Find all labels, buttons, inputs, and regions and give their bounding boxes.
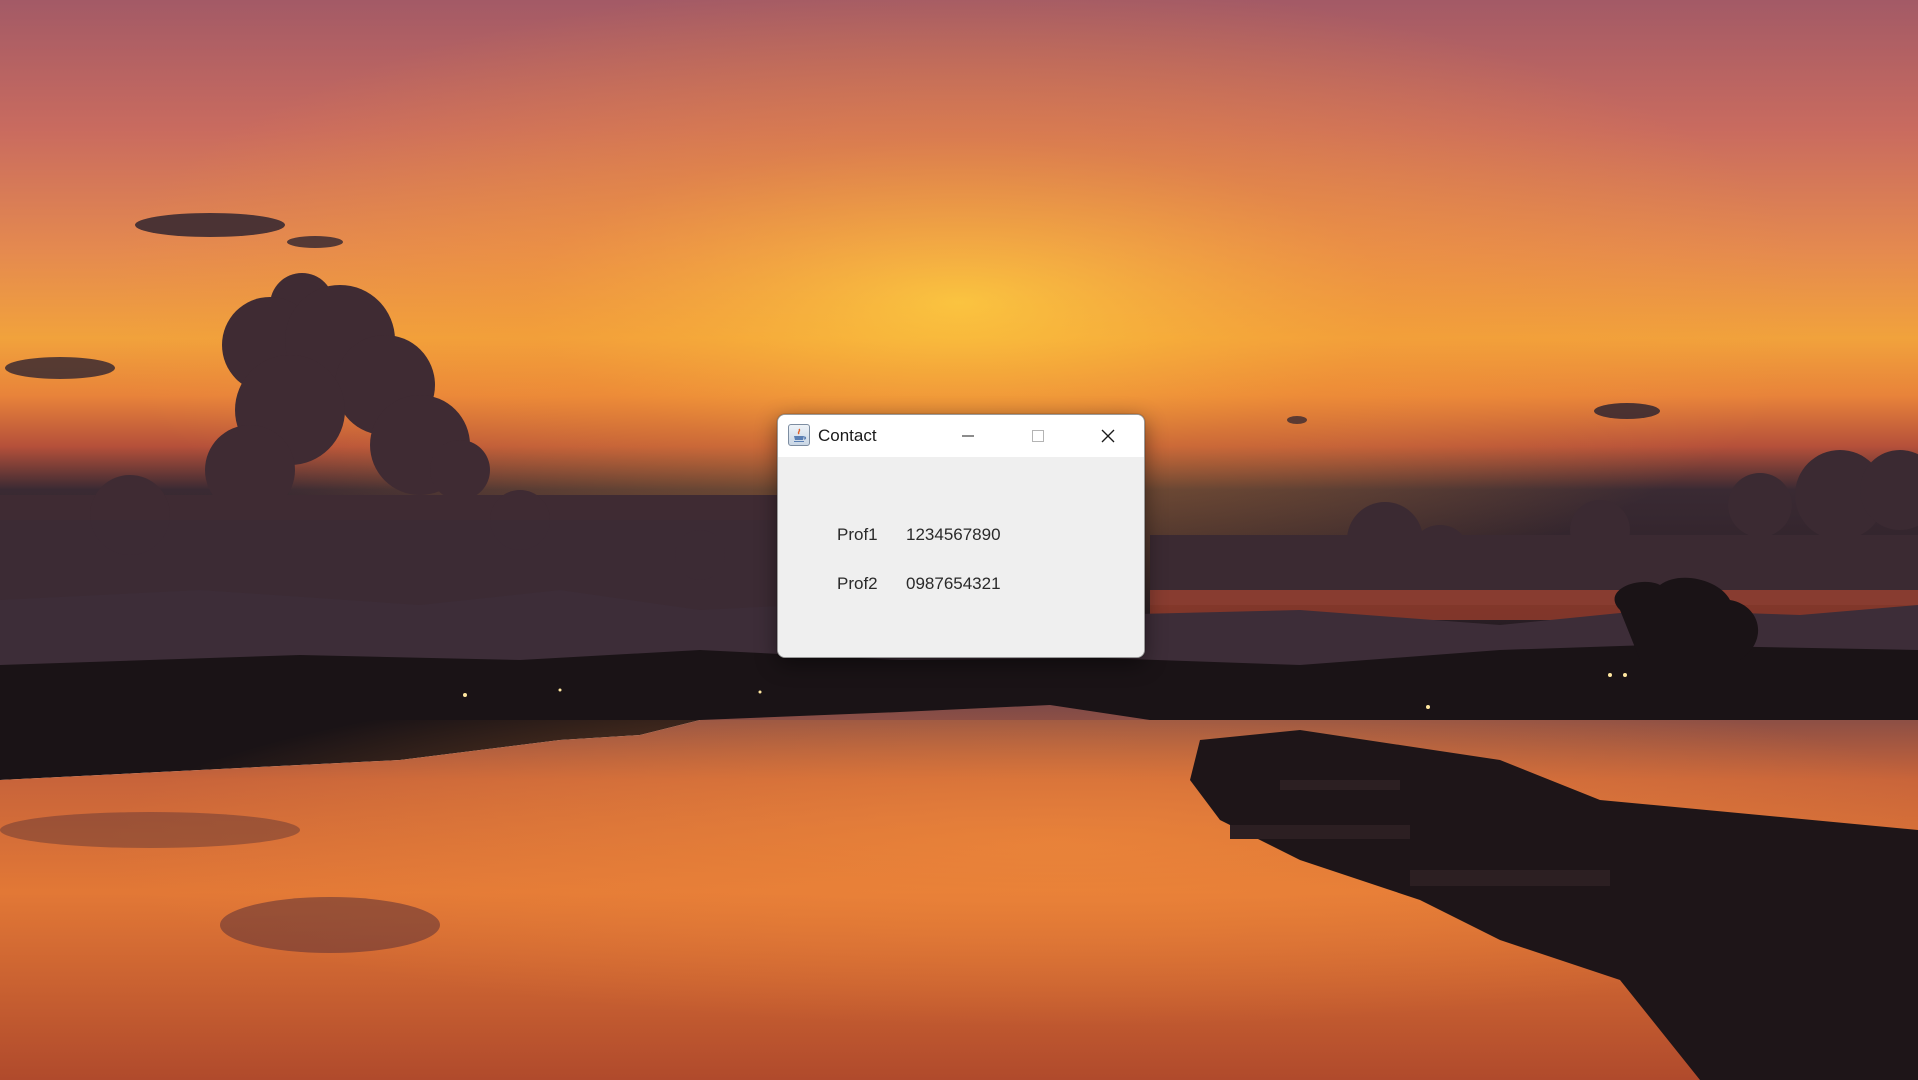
desktop: Contact Prof1 1234567890 Prof2 098765432…	[0, 0, 1918, 1080]
contact-row: Prof2 0987654321	[778, 573, 1144, 595]
contact-list: Prof1 1234567890 Prof2 0987654321	[778, 457, 1144, 657]
title-bar[interactable]: Contact	[778, 415, 1144, 457]
contact-window: Contact Prof1 1234567890 Prof2 098765432…	[777, 414, 1145, 658]
maximize-button[interactable]	[1008, 415, 1068, 457]
java-app-icon	[788, 424, 810, 446]
contact-number-label: 1234567890	[906, 525, 1001, 544]
contact-number-label: 0987654321	[906, 574, 1001, 593]
contact-row: Prof1 1234567890	[778, 524, 1144, 546]
minimize-icon	[962, 435, 974, 437]
maximize-icon	[1032, 430, 1044, 442]
minimize-button[interactable]	[938, 415, 998, 457]
close-icon	[1101, 429, 1115, 443]
contact-name-label: Prof1	[837, 525, 878, 544]
contact-name-label: Prof2	[837, 574, 878, 593]
close-button[interactable]	[1078, 415, 1138, 457]
window-title: Contact	[818, 426, 877, 445]
